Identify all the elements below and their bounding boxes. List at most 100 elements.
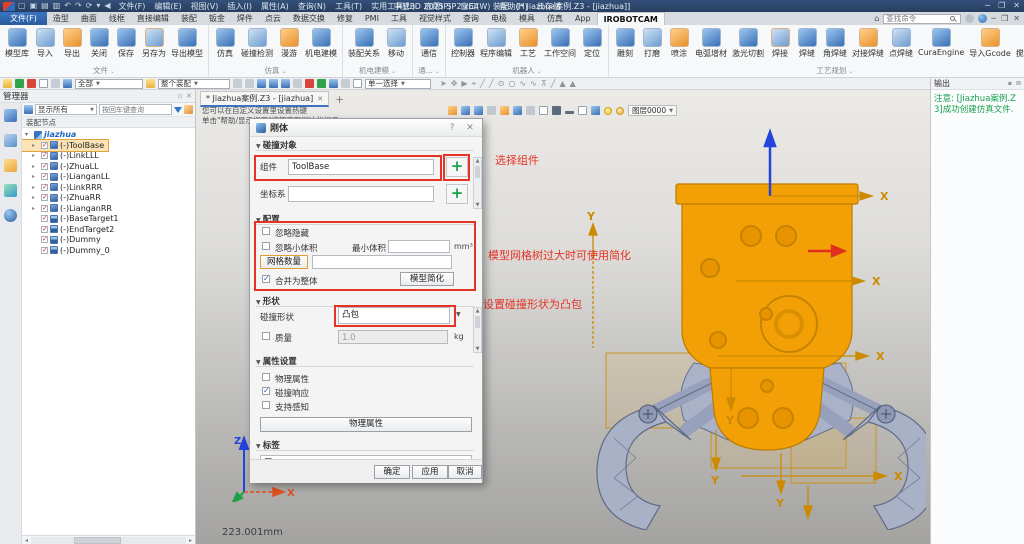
lightbulb-layer-icon[interactable] <box>616 107 624 115</box>
ribbon-tab[interactable]: 工具 <box>385 12 413 25</box>
assembly-manager-icon[interactable] <box>4 134 17 147</box>
print-icon[interactable]: ▥ <box>53 1 61 11</box>
tree-node[interactable]: (-)LinkRRR <box>22 182 195 193</box>
add-frame-button[interactable]: + <box>446 184 468 204</box>
blank-frame-icon[interactable] <box>353 79 362 88</box>
pointer-icon[interactable]: ➤ <box>440 79 447 89</box>
section-view-icon[interactable] <box>513 106 522 115</box>
tree-node[interactable]: (-)LianganRR <box>22 203 195 214</box>
physical-prop-checkbox[interactable] <box>262 373 270 381</box>
physical-properties-button[interactable]: 物理属性 <box>260 417 472 432</box>
pan-icon[interactable]: ✥ <box>451 79 458 89</box>
visibility-checkbox[interactable] <box>41 247 48 254</box>
folder-open-icon[interactable] <box>317 79 326 88</box>
tree-horizontal-scrollbar[interactable]: ◂ ▸ <box>22 535 195 544</box>
visibility-checkbox[interactable] <box>41 215 48 222</box>
menu-item[interactable]: 插入(I) <box>227 1 252 12</box>
line-icon[interactable]: ╱ <box>480 79 485 89</box>
ribbon-tab[interactable]: 数据交换 <box>287 12 331 25</box>
open-file-icon[interactable]: ▣ <box>30 1 38 11</box>
dialog-close-icon[interactable]: ✕ <box>464 123 476 133</box>
menu-item[interactable]: 查询(N) <box>298 1 326 12</box>
ribbon-button[interactable]: 导出 <box>59 27 85 60</box>
visibility-checkbox[interactable] <box>41 184 48 191</box>
ribbon-button[interactable]: 喷涂 <box>666 27 692 60</box>
qat-dropdown-icon[interactable]: ▾ <box>96 1 100 11</box>
mesh-count-button[interactable]: 网格数量 <box>260 255 308 269</box>
ribbon-button[interactable]: 通信 <box>416 27 442 60</box>
doc-close-icon[interactable]: ✕ <box>1013 14 1020 23</box>
home-icon[interactable]: ⌂ <box>874 14 879 23</box>
history-manager-icon[interactable] <box>4 109 17 122</box>
component-field[interactable]: ToolBase <box>288 159 434 175</box>
shade-options-icon[interactable] <box>591 106 600 115</box>
tree-search[interactable] <box>99 104 172 115</box>
collapse-caret-icon[interactable]: ▾ <box>25 131 32 138</box>
merge-whole-checkbox[interactable] <box>262 275 270 283</box>
remove-selection-icon[interactable] <box>27 79 36 88</box>
mass-checkbox[interactable] <box>262 332 270 340</box>
target-icon[interactable]: ⌖ <box>472 79 477 89</box>
visibility-checkbox[interactable] <box>41 152 48 159</box>
lightbulb-on-icon[interactable] <box>604 107 612 115</box>
circle-icon[interactable]: ○ <box>508 79 515 89</box>
visibility-checkbox[interactable] <box>41 236 48 243</box>
ribbon-tab[interactable]: IROBOTCAM <box>597 12 665 25</box>
dash-icon[interactable] <box>565 111 574 114</box>
new-tab-icon[interactable]: ＋ <box>335 93 344 106</box>
list-view-icon[interactable] <box>233 79 242 88</box>
filter-chart-icon[interactable] <box>63 79 72 88</box>
ribbon-tab[interactable]: 模具 <box>513 12 541 25</box>
add-component-button[interactable]: + <box>446 157 468 177</box>
frame-icon[interactable] <box>539 106 548 115</box>
ribbon-button[interactable]: 机电建模 <box>303 27 339 60</box>
pick-body-icon[interactable] <box>293 79 302 88</box>
edit-pencil-icon[interactable] <box>448 106 457 115</box>
dialog-scrollbar2[interactable] <box>473 307 482 353</box>
command-search[interactable] <box>883 14 961 24</box>
tree-root[interactable]: ▾ jiazhua <box>22 129 195 140</box>
section-shape[interactable]: 形状 <box>256 295 474 307</box>
pick-edge-icon[interactable] <box>269 79 278 88</box>
ribbon-button[interactable]: 导入Gcode <box>967 27 1013 60</box>
collision-shape-combo[interactable]: 凸包 <box>338 307 450 324</box>
scrollbar-thumb[interactable] <box>74 537 121 544</box>
expand-caret-icon[interactable] <box>32 184 39 191</box>
viewport-frame-icon[interactable] <box>578 106 587 115</box>
ribbon-tab[interactable]: PMI <box>359 12 385 25</box>
tab-close-icon[interactable]: ✕ <box>317 95 323 103</box>
role-manager-icon[interactable] <box>4 209 17 222</box>
tree-node[interactable]: (-)EndTarget2 <box>22 224 195 235</box>
menu-item[interactable]: 视图(V) <box>191 1 219 12</box>
add-selection-icon[interactable] <box>15 79 24 88</box>
output-close-icon[interactable]: ⊠ <box>1016 80 1021 87</box>
scroll-right-icon[interactable]: ▸ <box>186 537 195 544</box>
ok-button[interactable]: 确定 <box>374 465 410 479</box>
menu-item[interactable]: 文件(F) <box>119 1 146 12</box>
detail-view-icon[interactable] <box>245 79 254 88</box>
document-tab[interactable]: * Jiazhua案例.Z3 - [jiazhua] ✕ <box>200 91 329 107</box>
ribbon-button[interactable]: 定位 <box>579 27 605 60</box>
ribbon-button[interactable]: 工艺 <box>515 27 541 60</box>
isometric-view-icon[interactable] <box>500 106 509 115</box>
section-tag[interactable]: 标签 <box>256 439 474 451</box>
clear-filter-icon[interactable] <box>184 105 193 114</box>
ribbon-button[interactable]: 雕刻 <box>612 27 638 60</box>
pick-cursor-icon[interactable] <box>3 79 12 88</box>
combo-caret-icon[interactable]: ▼ <box>456 311 461 318</box>
doc-restore-icon[interactable]: ❐ <box>1001 14 1008 23</box>
lasso-select-icon[interactable] <box>51 79 60 88</box>
history-clock-icon[interactable] <box>341 79 350 88</box>
tree-node[interactable]: (-)LinkLLL <box>22 151 195 162</box>
minimize-icon[interactable]: ─ <box>985 0 990 12</box>
visibility-checkbox[interactable] <box>41 163 48 170</box>
save-icon[interactable]: ▤ <box>41 1 49 11</box>
visibility-checkbox[interactable] <box>41 194 48 201</box>
ribbon-button[interactable]: 模型库 <box>3 27 31 60</box>
ignore-small-checkbox[interactable] <box>262 242 270 250</box>
slash-icon[interactable]: ╱ <box>551 79 556 89</box>
ribbon-button[interactable]: 仿真 <box>212 27 238 60</box>
output-pin-icon[interactable]: ▪ <box>1008 80 1012 87</box>
ribbon-button[interactable]: CuraEngine <box>916 27 966 58</box>
mass-field[interactable]: 1.0 <box>338 330 448 344</box>
